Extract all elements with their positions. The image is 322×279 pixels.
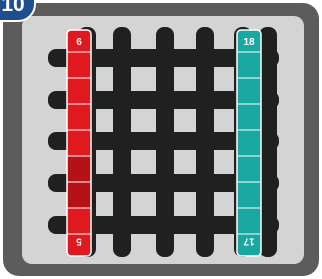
strip-bottom-number: 5 — [76, 235, 82, 246]
vertical-bar — [196, 27, 214, 257]
strip-red-body[interactable] — [66, 29, 92, 257]
strip-red[interactable]: 65 — [66, 29, 92, 257]
vertical-bar — [156, 27, 174, 257]
strip-segment — [68, 156, 90, 182]
strip-bottom-number: 17 — [243, 235, 255, 246]
strip-top-number: 6 — [76, 37, 82, 48]
strip-teal-body[interactable] — [236, 29, 262, 257]
strip-teal[interactable]: 1817 — [236, 29, 262, 257]
vertical-bar — [113, 27, 131, 257]
strip-top-number: 18 — [243, 37, 255, 48]
strip-segment — [68, 182, 90, 208]
weave-grid: 651817 — [48, 27, 279, 257]
